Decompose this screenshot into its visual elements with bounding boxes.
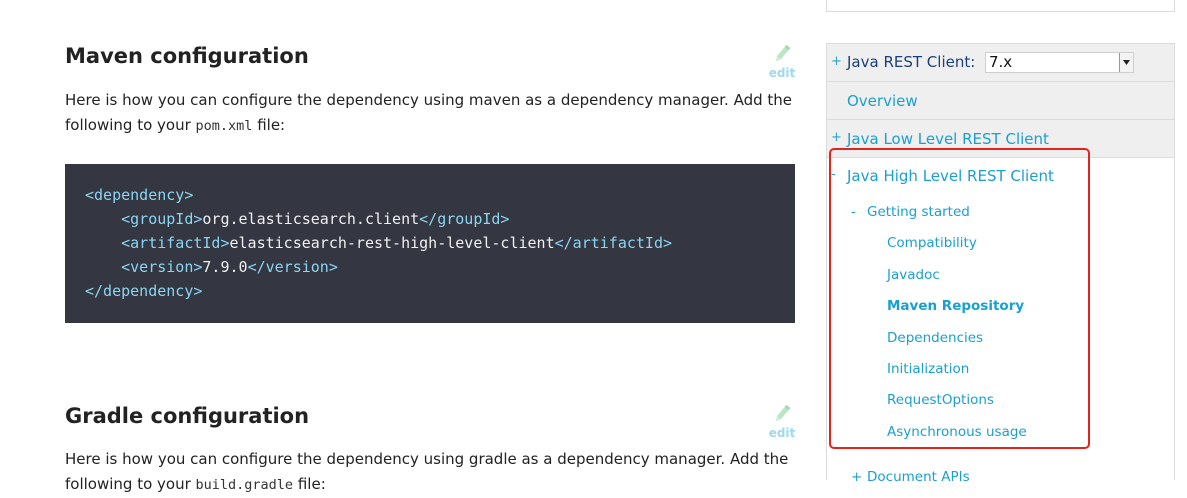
gradle-instructions-text: Here is how you can configure the depend… (65, 450, 789, 493)
code-groupid-close: </groupId> (419, 210, 510, 228)
chevron-down-icon[interactable] (1119, 53, 1133, 72)
code-version-value: 7.9.0 (202, 258, 248, 276)
pom-xml-code: pom.xml (195, 118, 253, 134)
maven-instructions: Here is how you can configure the depend… (65, 88, 800, 139)
toc-item-compatibility[interactable]: Compatibility (887, 235, 977, 251)
toc-item-dependencies[interactable]: Dependencies (887, 330, 983, 346)
gradle-edit-link[interactable]: edit (764, 402, 800, 440)
collapse-icon[interactable]: - (831, 167, 836, 182)
maven-code-block: <dependency> <groupId>org.elasticsearch.… (65, 164, 795, 323)
code-dependency-close: </dependency> (85, 282, 203, 300)
code-artifactid-value: elasticsearch-rest-high-level-client (229, 234, 555, 252)
code-artifactid-close: </artifactId> (554, 234, 673, 252)
code-groupid-value: org.elasticsearch.client (202, 210, 420, 228)
version-select-value: 7.x (989, 53, 1013, 71)
toc-java-rest-client-label[interactable]: Java REST Client: (847, 53, 975, 71)
main-content: Maven configuration edit Here is how you… (0, 0, 810, 493)
maven-edit-link[interactable]: edit (764, 42, 800, 80)
sidebar-toc: + Java REST Client: 7.x Overview + Java … (826, 43, 1175, 485)
toc-item-maven-repository[interactable]: Maven Repository (887, 298, 1024, 314)
pencil-icon (775, 404, 791, 422)
gradle-edit-label: edit (768, 426, 796, 440)
toc-overview[interactable]: Overview (827, 81, 1174, 119)
toc-item-javadoc[interactable]: Javadoc (887, 267, 940, 283)
collapse-icon[interactable]: - (851, 204, 856, 220)
toc-item-initialization[interactable]: Initialization (887, 361, 969, 377)
toc-low-level-client-label[interactable]: Java Low Level REST Client (847, 130, 1049, 148)
code-version-close: </version> (247, 258, 338, 276)
code-groupid-open: <groupId> (121, 210, 203, 228)
toc-overview-label[interactable]: Overview (847, 92, 918, 110)
code-dependency-open: <dependency> (85, 186, 194, 204)
expand-icon[interactable]: + (831, 54, 842, 69)
build-gradle-code: build.gradle (195, 477, 294, 493)
toc-item-asynchronous-usage[interactable]: Asynchronous usage (887, 424, 1027, 440)
toc-item-requestoptions[interactable]: RequestOptions (887, 392, 994, 408)
maven-configuration-heading: Maven configuration (65, 44, 309, 68)
maven-edit-label: edit (768, 66, 796, 80)
code-artifactid-open: <artifactId> (121, 234, 230, 252)
toc-document-apis[interactable]: Document APIs (867, 469, 970, 485)
gradle-instructions-suffix: file: (293, 475, 326, 493)
pencil-icon (775, 44, 791, 62)
code-version-open: <version> (121, 258, 203, 276)
sidebar-top-box (826, 0, 1175, 12)
toc-high-level-client[interactable]: Java High Level REST Client (847, 167, 1054, 185)
toc-java-rest-client[interactable]: + Java REST Client: 7.x (827, 43, 1174, 81)
gradle-instructions: Here is how you can configure the depend… (65, 447, 800, 498)
gradle-configuration-heading: Gradle configuration (65, 404, 310, 428)
expand-icon[interactable]: + (831, 130, 842, 145)
maven-instructions-suffix: file: (252, 116, 286, 134)
toc-getting-started[interactable]: Getting started (867, 204, 970, 220)
toc-low-level-client[interactable]: + Java Low Level REST Client (827, 119, 1174, 157)
toc-divider (827, 157, 1174, 158)
expand-icon[interactable]: + (851, 469, 862, 485)
maven-instructions-text: Here is how you can configure the depend… (65, 91, 793, 134)
version-select[interactable]: 7.x (985, 52, 1134, 73)
